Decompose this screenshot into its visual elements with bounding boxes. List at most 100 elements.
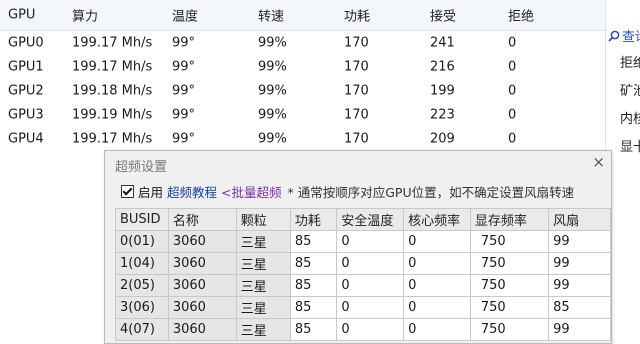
core-clock-input[interactable]: 0 [403,252,471,275]
fan-input[interactable]: 99 [548,252,611,275]
gpu-id: GPU2 [8,83,44,99]
fan-speed: 99% [258,35,287,51]
table-row[interactable]: GPU2 199.18 Mh/s 99° 99% 170 199 0 [0,79,605,103]
core-clock-input[interactable]: 0 [403,296,471,319]
col-safe-temp: 安全温度 [336,208,405,231]
power: 170 [344,83,369,99]
gpu-id: GPU0 [8,35,44,51]
core-clock-input[interactable]: 0 [403,274,471,297]
query-link[interactable]: 查询 [608,26,640,45]
fan-input[interactable]: 99 [548,318,611,341]
core-clock-input[interactable]: 0 [403,230,471,253]
core-clock-input[interactable]: 0 [403,318,471,341]
power: 170 [344,35,369,51]
side-item-rejected: 拒绝 [620,56,640,71]
gpu-id: GPU4 [8,131,44,147]
gpu-id: GPU3 [8,107,44,123]
header-power[interactable]: 功耗 [344,6,370,25]
side-item-gpu: 显卡 [620,140,640,155]
temperature: 99° [172,131,196,147]
header-fan-speed[interactable]: 转速 [258,6,284,25]
header-temperature[interactable]: 温度 [172,6,198,25]
side-item-pool: 矿池 [620,84,640,99]
name-cell: 3060 [167,252,237,275]
table-row[interactable]: GPU4 199.17 Mh/s 99° 99% 170 209 0 [0,127,605,151]
power-input[interactable]: 85 [289,296,338,319]
power-input[interactable]: 85 [289,230,338,253]
table-row: 1(04) 3060 三星 85 0 0 750 99 [115,252,611,275]
memory-clock-input[interactable]: 750 [469,318,550,341]
search-icon [608,30,620,42]
header-hashrate[interactable]: 算力 [72,6,98,25]
header-accepted[interactable]: 接受 [430,6,456,25]
name-cell: 3060 [167,230,237,253]
fan-input[interactable]: 85 [548,296,611,319]
overclock-table-header: BUSID 名称 颗粒 功耗 安全温度 核心频率 显存频率 风扇 [115,208,611,231]
enable-label[interactable]: 启用 [138,182,163,201]
enable-checkbox[interactable] [121,184,134,198]
name-cell: 3060 [167,296,237,319]
name-cell: 3060 [167,274,237,297]
temperature: 99° [172,107,196,123]
overclock-table: BUSID 名称 颗粒 功耗 安全温度 核心频率 显存频率 风扇 0(01) 3… [115,208,611,341]
memory-clock-input[interactable]: 750 [469,230,550,253]
table-row[interactable]: GPU1 199.17 Mh/s 99° 99% 170 216 0 [0,55,605,79]
fan-speed: 99% [258,83,287,99]
batch-overclock-link[interactable]: <批量超频 [221,182,281,201]
side-item-kernel: 内核 [620,112,640,127]
gpu-id: GPU1 [8,59,44,75]
tutorial-link[interactable]: 超频教程 [167,182,217,201]
hashrate: 199.17 Mh/s [72,131,153,147]
table-row: 4(07) 3060 三星 85 0 0 750 99 [115,318,611,341]
memory-chip-cell: 三星 [235,252,291,275]
accepted: 216 [430,59,455,75]
table-row[interactable]: GPU0 199.17 Mh/s 99° 99% 170 241 0 [0,31,605,55]
busid-cell: 2(05) [115,274,169,297]
rejected: 0 [508,59,517,75]
header-rejected[interactable]: 拒绝 [508,6,534,25]
rejected: 0 [508,131,517,147]
busid-cell: 1(04) [115,252,169,275]
fan-input[interactable]: 99 [548,274,611,297]
memory-chip-cell: 三星 [235,296,291,319]
power-input[interactable]: 85 [289,274,338,297]
temperature: 99° [172,59,196,75]
accepted: 199 [430,83,455,99]
memory-clock-input[interactable]: 750 [469,252,550,275]
hashrate: 199.17 Mh/s [72,35,153,51]
header-gpu[interactable]: GPU [8,8,35,23]
hint-note: * 通常按顺序对应GPU位置，如不确定设置风扇转速 [287,184,575,200]
fan-speed: 99% [258,59,287,75]
table-row: 0(01) 3060 三星 85 0 0 750 99 [115,230,611,253]
power-input[interactable]: 85 [289,318,338,341]
fan-input[interactable]: 99 [548,230,611,253]
memory-chip-cell: 三星 [235,230,291,253]
fan-speed: 99% [258,107,287,123]
close-button[interactable]: × [592,153,605,171]
col-memory-clock: 显存频率 [469,208,550,231]
safe-temp-input[interactable]: 0 [336,296,405,319]
power-input[interactable]: 85 [289,252,338,275]
power: 170 [344,131,369,147]
hashrate: 199.18 Mh/s [72,83,153,99]
table-row: 3(06) 3060 三星 85 0 0 750 85 [115,296,611,319]
memory-clock-input[interactable]: 750 [469,296,550,319]
busid-cell: 0(01) [115,230,169,253]
accepted: 241 [430,35,455,51]
safe-temp-input[interactable]: 0 [336,230,405,253]
dialog-title: 超频设置 [115,160,168,175]
safe-temp-input[interactable]: 0 [336,318,405,341]
busid-cell: 3(06) [115,296,169,319]
rejected: 0 [508,107,517,123]
fan-speed: 99% [258,131,287,147]
safe-temp-input[interactable]: 0 [336,252,405,275]
rejected: 0 [508,83,517,99]
table-row[interactable]: GPU3 199.19 Mh/s 99° 99% 170 223 0 [0,103,605,127]
col-power: 功耗 [289,208,338,231]
memory-chip-cell: 三星 [235,318,291,341]
safe-temp-input[interactable]: 0 [336,274,405,297]
rejected: 0 [508,35,517,51]
busid-cell: 4(07) [115,318,169,341]
hashrate: 199.19 Mh/s [72,107,153,123]
memory-clock-input[interactable]: 750 [469,274,550,297]
